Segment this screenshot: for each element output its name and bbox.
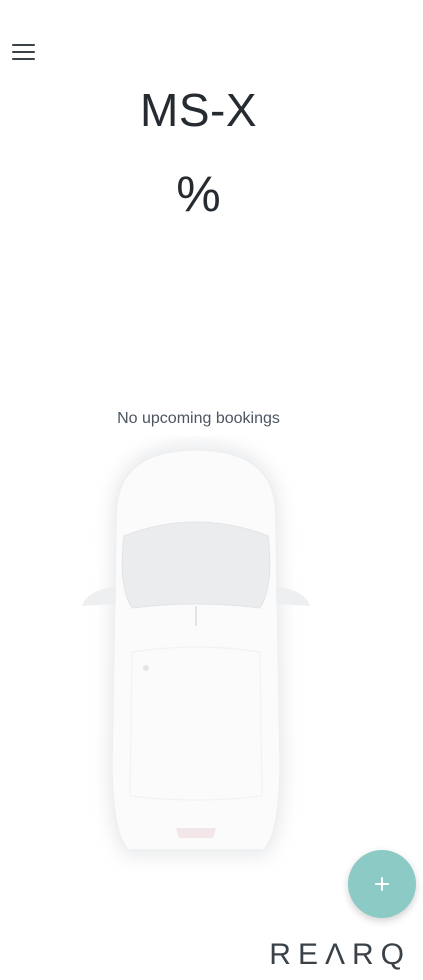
menu-button[interactable] (12, 44, 36, 62)
add-booking-button[interactable] (348, 850, 416, 918)
plus-icon (375, 877, 389, 891)
hamburger-menu-icon (12, 58, 35, 60)
car-top-view-icon (82, 444, 310, 856)
battery-level: % (176, 166, 221, 222)
bookings-status: No upcoming bookings (117, 410, 280, 427)
hamburger-menu-icon (12, 51, 35, 53)
vehicle-name: MS-X (140, 84, 257, 136)
hamburger-menu-icon (12, 44, 35, 46)
app-screen: MS-X % No upcoming bookings REΛRQ (0, 0, 423, 980)
brand-logo: REΛRQ (269, 938, 411, 971)
